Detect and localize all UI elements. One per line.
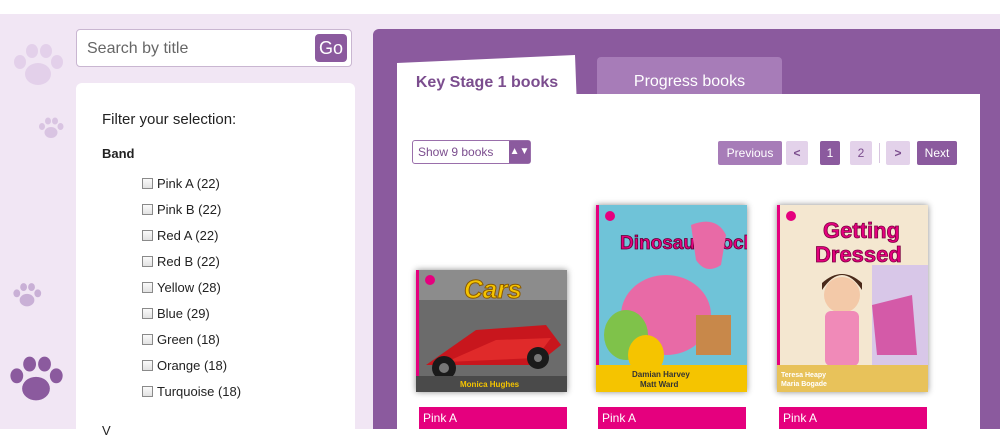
band-filter-label: Yellow (28) — [157, 280, 221, 295]
book-title-text: Cars — [464, 274, 522, 304]
band-filter-label: Turquoise (18) — [157, 384, 242, 399]
band-filter-label: Pink B (22) — [157, 202, 222, 217]
band-filter-item[interactable]: Orange (18) — [142, 358, 241, 384]
checkbox[interactable] — [142, 282, 153, 293]
book-author-text: Damian Harvey — [632, 370, 690, 379]
book-cover-getting-dressed[interactable]: Getting Dressed Teresa Heapy Maria Bogad… — [777, 205, 928, 392]
band-label: Pink A — [419, 407, 567, 429]
paw-print-icon — [39, 117, 64, 138]
band-filter-item[interactable]: Pink B (22) — [142, 202, 241, 228]
next-button[interactable]: Next — [917, 141, 957, 165]
band-filter-item[interactable]: Turquoise (18) — [142, 384, 241, 410]
checkbox[interactable] — [142, 386, 153, 397]
band-label: Pink A — [779, 407, 927, 429]
band-filter-label: Pink A (22) — [157, 176, 220, 191]
page-2-button[interactable]: 2 — [850, 141, 872, 165]
page-1-button[interactable]: 1 — [820, 141, 840, 165]
checkbox[interactable] — [142, 334, 153, 345]
search-input[interactable] — [85, 36, 309, 62]
chevron-left-icon[interactable]: < — [786, 141, 808, 165]
checkbox[interactable] — [142, 308, 153, 319]
paw-print-icon — [13, 283, 42, 307]
select-arrows-icon: ▲▼ — [509, 141, 530, 163]
previous-button[interactable]: Previous — [718, 141, 782, 165]
book-title-text: Dinosaur Rock — [620, 233, 747, 254]
filter-title: Filter your selection: — [102, 111, 237, 128]
band-heading: Band — [102, 146, 135, 161]
band-filter-item[interactable]: Yellow (28) — [142, 280, 241, 306]
checkbox[interactable] — [142, 204, 153, 215]
book-cover-dinosaur-rock[interactable]: Dinosaur Rock Damian Harvey Matt Ward — [596, 205, 747, 392]
band-filter-label: Red A (22) — [157, 228, 219, 243]
books-per-page-value: Show 9 books — [418, 145, 494, 159]
band-filter-item[interactable]: Green (18) — [142, 332, 241, 358]
band-label: Pink A — [598, 407, 746, 429]
band-filter-label: Blue (29) — [157, 306, 210, 321]
band-filter-label: Orange (18) — [157, 358, 228, 373]
book-illustrator-text: Matt Ward — [640, 380, 678, 389]
band-filter-item[interactable]: Pink A (22) — [142, 176, 241, 202]
band-filter-item[interactable]: Red A (22) — [142, 228, 241, 254]
book-title-text: Getting — [823, 218, 900, 243]
search-box: Go — [76, 29, 352, 67]
band-filter-label: Red B (22) — [157, 254, 220, 269]
band-filter-item[interactable]: Blue (29) — [142, 306, 241, 332]
book-illustrator-text: Maria Bogade — [781, 381, 827, 388]
book-author-text: Monica Hughes — [460, 380, 520, 389]
checkbox[interactable] — [142, 360, 153, 371]
book-cover-cars[interactable]: Cars Monica Hughes — [416, 270, 567, 392]
checkbox[interactable] — [142, 256, 153, 267]
pagination-divider — [879, 143, 880, 163]
paw-print-icon — [14, 44, 63, 85]
paw-print-icon — [10, 356, 63, 401]
checkbox[interactable] — [142, 178, 153, 189]
band-filter-item[interactable]: Red B (22) — [142, 254, 241, 280]
next-filter-heading: V — [102, 423, 111, 438]
books-per-page-select[interactable]: Show 9 books ▲▼ — [412, 140, 531, 164]
band-filter-list: Pink A (22) Pink B (22) Red A (22) Red B… — [142, 176, 241, 410]
book-author-text: Teresa Heapy — [781, 372, 826, 379]
checkbox[interactable] — [142, 230, 153, 241]
filter-panel: Filter your selection: Band Pink A (22) … — [76, 83, 355, 438]
chevron-right-icon[interactable]: > — [886, 141, 910, 165]
book-title-text: Dressed — [815, 242, 902, 267]
go-button[interactable]: Go — [315, 34, 347, 62]
band-filter-label: Green (18) — [157, 332, 220, 347]
